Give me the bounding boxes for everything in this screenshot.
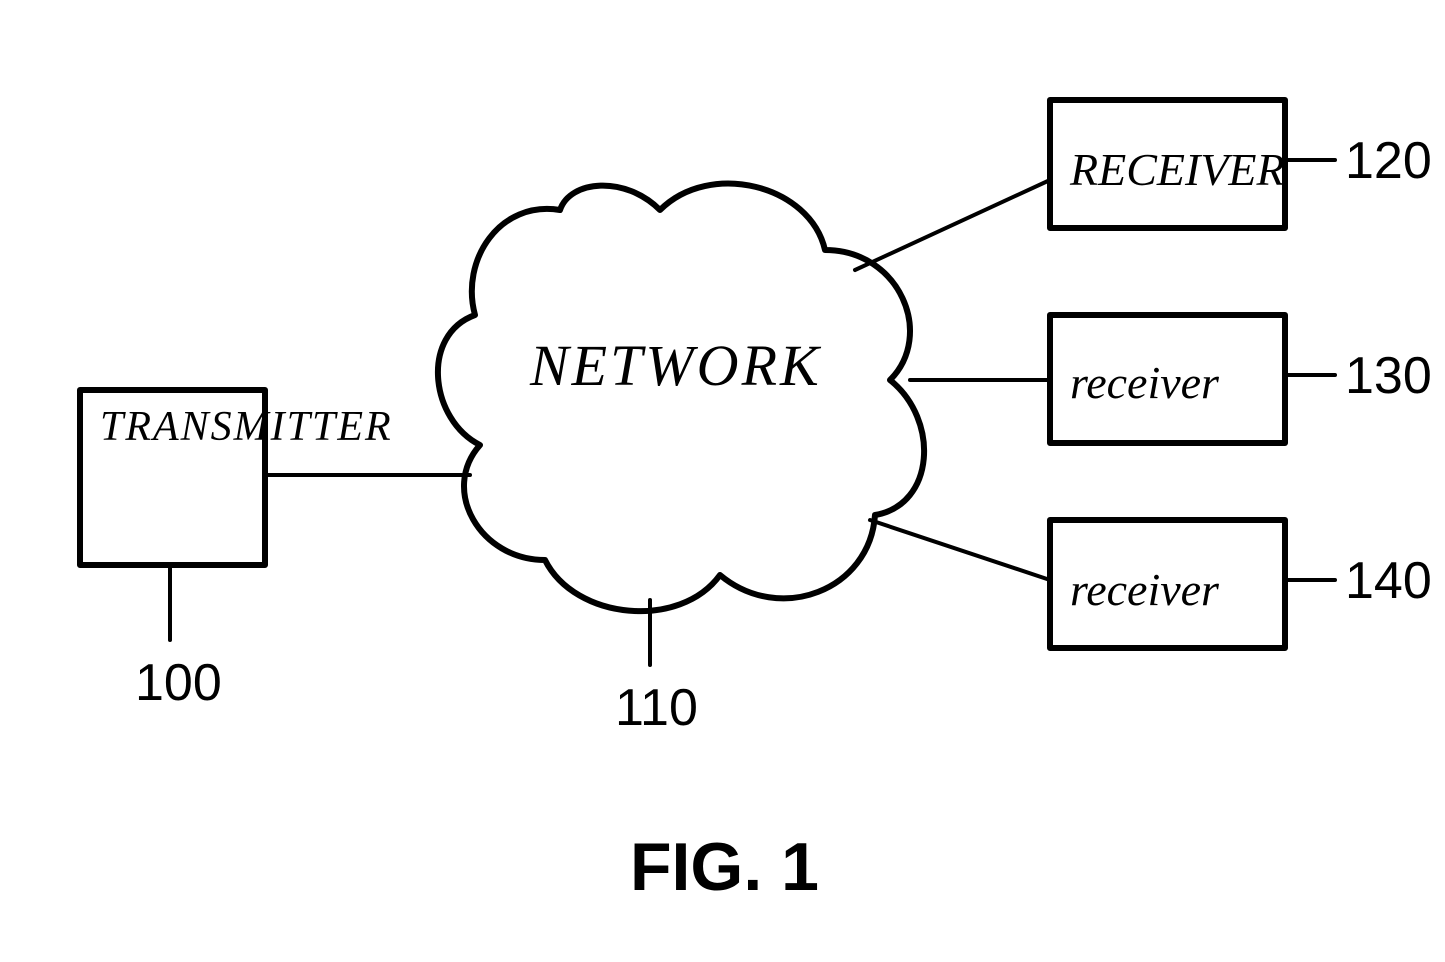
receiver-3-ref: 140	[1345, 552, 1432, 610]
transmitter-ref: 100	[135, 654, 222, 712]
receiver-3-label: receiver	[1070, 564, 1220, 615]
network-block: NETWORK 110	[438, 184, 924, 737]
receiver-3-block: receiver 140	[1050, 520, 1432, 648]
network-ref: 110	[615, 679, 698, 737]
diagram-canvas: .ink { stroke:#000; stroke-width:6; fill…	[0, 0, 1445, 962]
transmitter-block: TRANSMITTER 100	[80, 390, 393, 712]
link-net-rx3	[870, 520, 1050, 580]
network-label: NETWORK	[529, 333, 822, 398]
receiver-1-label: RECEIVER	[1069, 144, 1285, 195]
link-net-rx1	[855, 180, 1050, 270]
transmitter-label: TRANSMITTER	[100, 404, 393, 450]
receiver-1-ref: 120	[1345, 132, 1432, 190]
receiver-2-block: receiver 130	[1050, 315, 1432, 443]
figure-label: FIG. 1	[630, 829, 819, 905]
receiver-2-ref: 130	[1345, 347, 1432, 405]
receiver-2-label: receiver	[1070, 357, 1220, 408]
receiver-1-block: RECEIVER 120	[1050, 100, 1432, 228]
